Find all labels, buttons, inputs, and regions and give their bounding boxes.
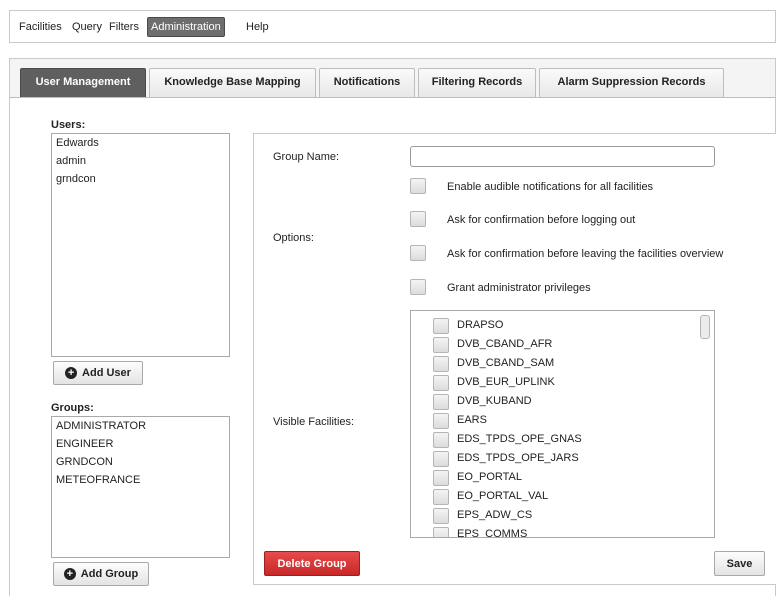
option-audible-label: Enable audible notifications for all fac… <box>447 181 654 193</box>
group-list-item[interactable]: ENGINEER <box>52 435 229 453</box>
menu-help[interactable]: Help <box>246 17 269 37</box>
facility-checkbox[interactable] <box>433 337 449 353</box>
option-admin-privileges-label: Grant administrator privileges <box>447 282 591 294</box>
user-list-item[interactable]: admin <box>52 152 229 170</box>
facility-name: DVB_CBAND_SAM <box>457 357 555 369</box>
groups-title: Groups: <box>51 402 94 414</box>
admin-tab-panel: User Management Knowledge Base Mapping N… <box>9 58 776 596</box>
facility-name: EDS_TPDS_OPE_GNAS <box>457 433 582 445</box>
facility-name: EO_PORTAL_VAL <box>457 490 549 502</box>
facility-name: EO_PORTAL <box>457 471 523 483</box>
visible-facilities-label: Visible Facilities: <box>273 416 355 428</box>
add-user-button[interactable]: + Add User <box>53 361 143 385</box>
option-confirm-leave-checkbox[interactable] <box>410 245 426 261</box>
groups-listbox[interactable]: ADMINISTRATOR ENGINEER GRNDCON METEOFRAN… <box>51 416 230 558</box>
facility-name: EPS_ADW_CS <box>457 509 533 521</box>
facility-checkbox[interactable] <box>433 508 449 524</box>
menu-filters[interactable]: Filters <box>109 17 139 37</box>
main-menubar: Facilities Query Filters Administration … <box>9 10 776 43</box>
tab-filtering-records[interactable]: Filtering Records <box>418 68 536 97</box>
options-label: Options: <box>273 232 314 244</box>
facility-checkbox[interactable] <box>433 470 449 486</box>
menu-facilities[interactable]: Facilities <box>19 17 62 37</box>
plus-circle-icon: + <box>65 367 78 379</box>
menu-query[interactable]: Query <box>72 17 102 37</box>
group-name-label: Group Name: <box>273 151 340 163</box>
option-audible-checkbox[interactable] <box>410 178 426 194</box>
delete-group-button[interactable]: Delete Group <box>264 551 360 576</box>
group-list-item[interactable]: ADMINISTRATOR <box>52 417 229 435</box>
facility-name: DVB_KUBAND <box>457 395 532 407</box>
group-editor-panel: Group Name: Options: Enable audible noti… <box>253 133 776 585</box>
facilities-scrollbar-thumb[interactable] <box>700 315 710 339</box>
tab-notifications[interactable]: Notifications <box>319 68 415 97</box>
facility-name: EARS <box>457 414 487 426</box>
facility-checkbox[interactable] <box>433 451 449 467</box>
facility-checkbox[interactable] <box>433 356 449 372</box>
tab-bar: User Management Knowledge Base Mapping N… <box>10 59 775 98</box>
add-user-label: Add User <box>82 367 131 379</box>
add-group-button[interactable]: + Add Group <box>53 562 149 586</box>
user-list-item[interactable]: Edwards <box>52 134 229 152</box>
facility-name: DVB_CBAND_AFR <box>457 338 553 350</box>
facility-checkbox[interactable] <box>433 318 449 334</box>
users-listbox[interactable]: Edwards admin grndcon <box>51 133 230 357</box>
tab-knowledge-base-mapping[interactable]: Knowledge Base Mapping <box>149 68 316 97</box>
facility-name: DRAPSO <box>457 319 504 331</box>
facility-checkbox[interactable] <box>433 413 449 429</box>
facilities-listbox[interactable]: DRAPSO DVB_CBAND_AFR DVB_CBAND_SAM DVB_E… <box>410 310 715 538</box>
group-list-item[interactable]: GRNDCON <box>52 453 229 471</box>
option-confirm-logout-label: Ask for confirmation before logging out <box>447 214 636 226</box>
facility-checkbox[interactable] <box>433 375 449 391</box>
facility-checkbox[interactable] <box>433 489 449 505</box>
user-list-item[interactable]: grndcon <box>52 170 229 188</box>
option-confirm-leave-label: Ask for confirmation before leaving the … <box>447 248 724 260</box>
save-button[interactable]: Save <box>714 551 765 576</box>
users-title: Users: <box>51 119 86 131</box>
facility-checkbox[interactable] <box>433 432 449 448</box>
plus-circle-icon: + <box>63 568 76 580</box>
menu-administration[interactable]: Administration <box>147 17 225 37</box>
facility-name: EPS_COMMS <box>457 528 528 538</box>
facility-name: EDS_TPDS_OPE_JARS <box>457 452 579 464</box>
group-name-input[interactable] <box>410 146 715 167</box>
tab-alarm-suppression-records[interactable]: Alarm Suppression Records <box>539 68 724 97</box>
tab-user-management[interactable]: User Management <box>20 68 146 97</box>
add-group-label: Add Group <box>80 568 139 580</box>
option-confirm-logout-checkbox[interactable] <box>410 211 426 227</box>
group-list-item[interactable]: METEOFRANCE <box>52 471 229 489</box>
option-admin-privileges-checkbox[interactable] <box>410 279 426 295</box>
facility-name: DVB_EUR_UPLINK <box>457 376 555 388</box>
facility-checkbox[interactable] <box>433 527 449 537</box>
facility-checkbox[interactable] <box>433 394 449 410</box>
